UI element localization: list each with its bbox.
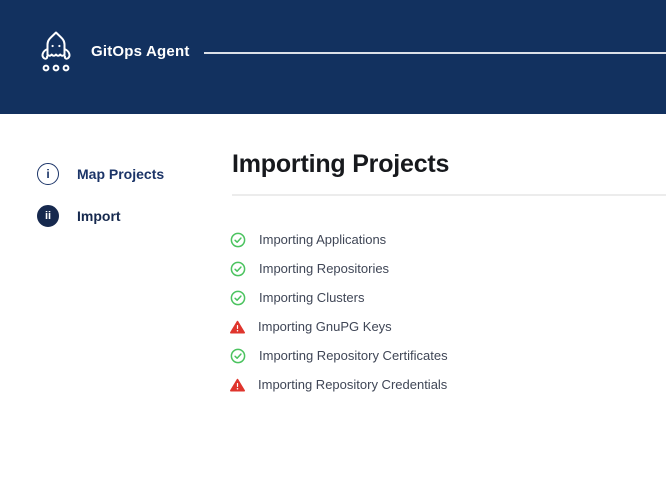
stepper-sidebar: i Map Projects ii Import (37, 163, 217, 247)
import-status-list: Importing Applications Importing Reposit… (230, 225, 666, 399)
import-status-row: Importing Repositories (230, 254, 666, 283)
check-circle-icon (230, 348, 246, 364)
stepper-item-import[interactable]: ii Import (37, 205, 217, 227)
import-status-label: Importing Repository Credentials (258, 377, 447, 392)
page-title: Importing Projects (232, 150, 449, 179)
import-status-row: Importing Repository Certificates (230, 341, 666, 370)
import-status-row: Importing Repository Credentials (230, 370, 666, 399)
warning-triangle-icon (230, 320, 245, 334)
app-header: GitOps Agent (0, 0, 666, 114)
import-status-label: Importing GnuPG Keys (258, 319, 392, 334)
step-numeral: i (46, 167, 49, 181)
step-number-badge: ii (37, 205, 59, 227)
app-title: GitOps Agent (91, 43, 190, 60)
argo-octopus-icon (38, 29, 74, 73)
import-status-row: Importing Applications (230, 225, 666, 254)
check-circle-icon (230, 261, 246, 277)
title-divider (232, 194, 666, 196)
step-numeral: ii (45, 210, 51, 222)
import-status-label: Importing Repositories (259, 261, 389, 276)
import-status-label: Importing Clusters (259, 290, 364, 305)
import-status-row: Importing Clusters (230, 283, 666, 312)
import-status-row: Importing GnuPG Keys (230, 312, 666, 341)
import-status-label: Importing Applications (259, 232, 386, 247)
step-label: Import (77, 208, 121, 224)
header-divider (204, 52, 666, 54)
step-number-badge: i (37, 163, 59, 185)
step-label: Map Projects (77, 166, 164, 182)
check-circle-icon (230, 232, 246, 248)
check-circle-icon (230, 290, 246, 306)
import-status-label: Importing Repository Certificates (259, 348, 448, 363)
stepper-item-map-projects[interactable]: i Map Projects (37, 163, 217, 185)
brand: GitOps Agent (38, 29, 190, 73)
warning-triangle-icon (230, 378, 245, 392)
